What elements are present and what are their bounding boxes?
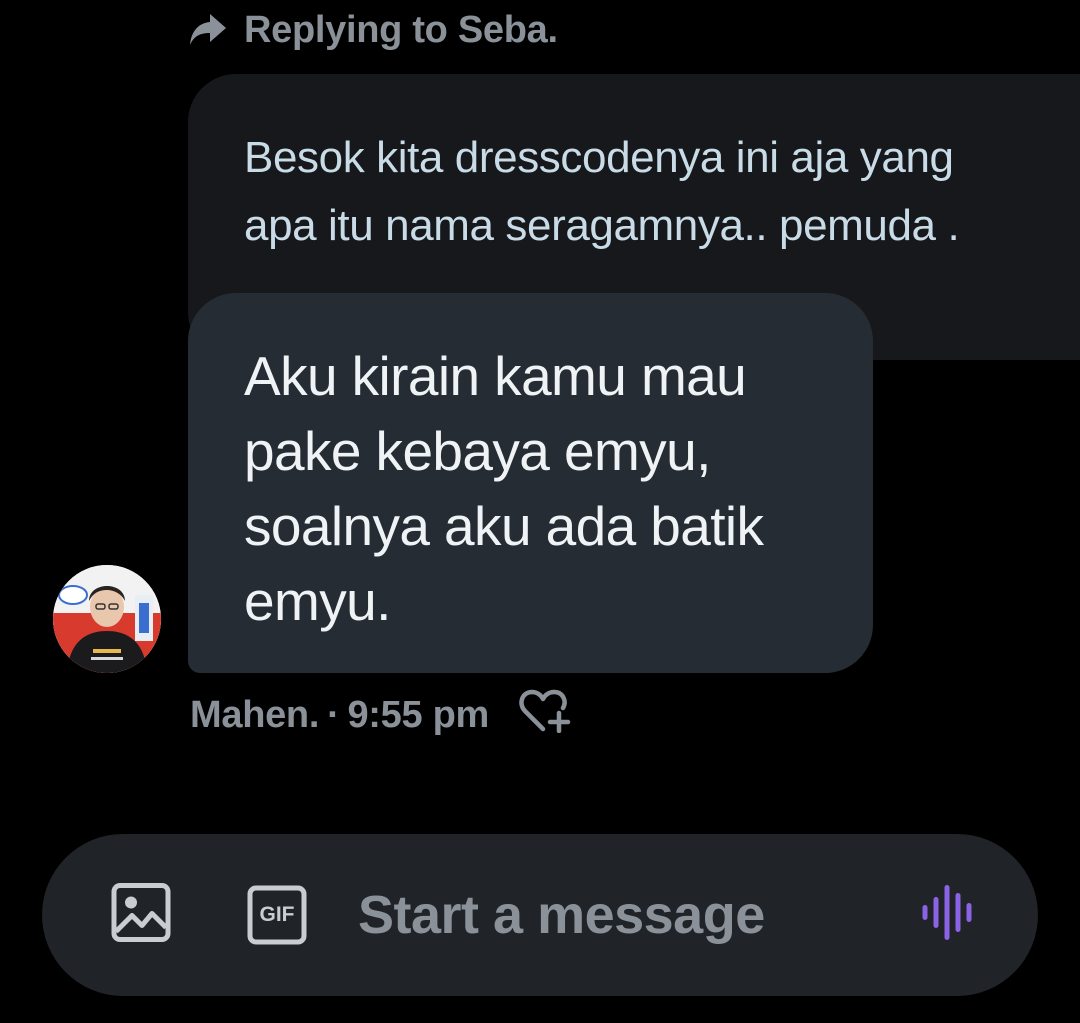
image-icon	[110, 882, 172, 949]
add-media-button[interactable]	[110, 882, 172, 949]
message-meta: Mahen. · 9:55 pm	[190, 687, 573, 743]
quoted-message-line: Besok kita dresscodenya ini aja yang	[244, 133, 954, 182]
heart-plus-icon	[519, 687, 573, 743]
avatar[interactable]	[53, 565, 161, 673]
gif-label: GIF	[259, 903, 295, 926]
sender-name: Mahen.	[190, 693, 320, 736]
meta-separator: ·	[327, 693, 340, 736]
message-input[interactable]	[358, 874, 878, 956]
replying-to-label: Replying to Seba.	[244, 8, 558, 51]
voice-message-button[interactable]	[918, 882, 980, 949]
reply-context: Replying to Seba.	[188, 6, 558, 54]
voice-wave-icon	[918, 882, 980, 949]
message-timestamp: 9:55 pm	[347, 693, 489, 736]
message-line: Aku kirain kamu mau	[244, 345, 747, 407]
message-composer: GIF	[42, 834, 1038, 996]
reply-arrow-icon	[188, 12, 228, 48]
add-gif-button[interactable]: GIF	[246, 884, 308, 946]
quoted-message-line: apa itu nama seragamnya.. pemuda .	[244, 201, 960, 250]
gif-icon: GIF	[246, 884, 308, 946]
message-line: pake kebaya emyu,	[244, 420, 711, 482]
message-line: emyu.	[244, 570, 391, 632]
message-line: soalnya aku ada batik	[244, 495, 764, 557]
add-reaction-button[interactable]	[519, 687, 573, 743]
message-bubble[interactable]: Aku kirain kamu mau pake kebaya emyu, so…	[188, 293, 873, 673]
dm-conversation: Replying to Seba. Besok kita dresscodeny…	[0, 0, 1080, 1023]
